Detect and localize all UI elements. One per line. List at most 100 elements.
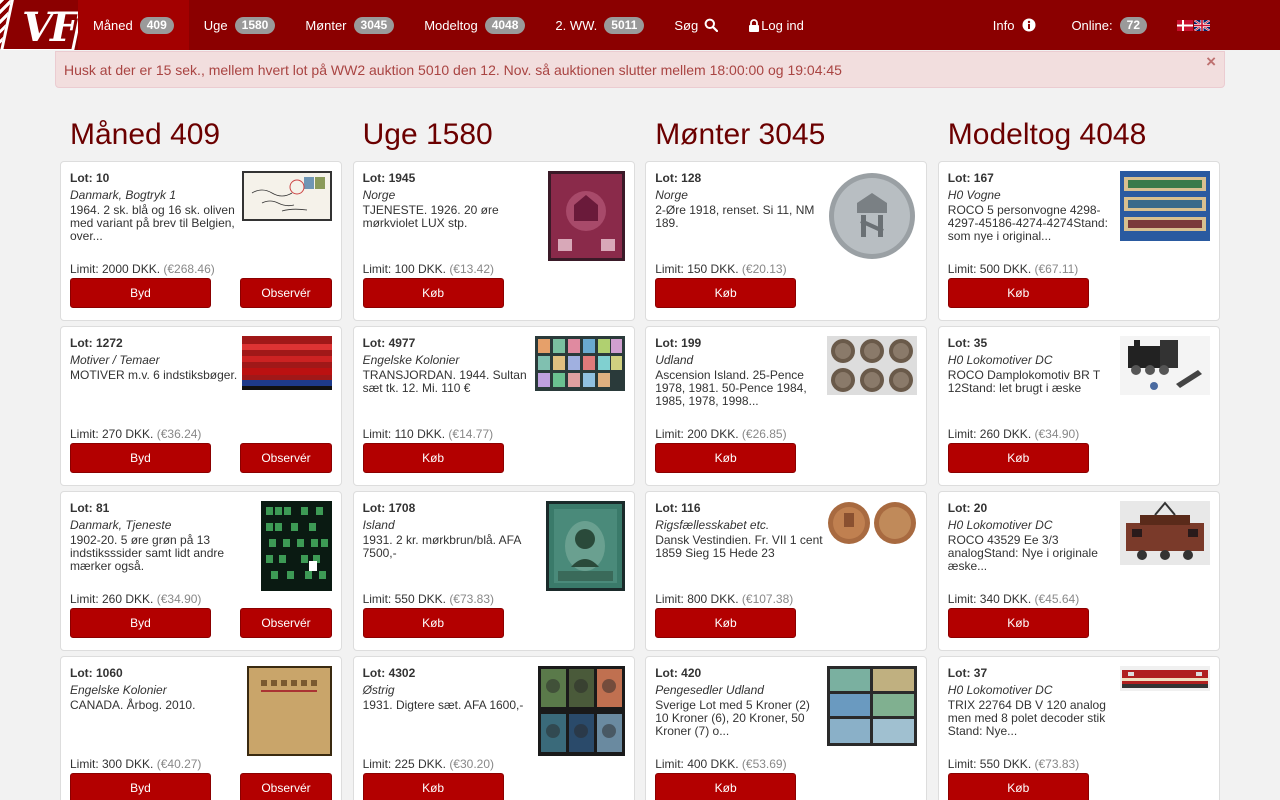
nav-item-search[interactable]: Søg <box>659 0 733 50</box>
buy-button[interactable]: Køb <box>947 773 1089 800</box>
lot-image-stockpage[interactable] <box>261 501 332 591</box>
lot-number[interactable]: Lot: 37 <box>948 666 1116 680</box>
lot-number[interactable]: Lot: 20 <box>948 501 1116 515</box>
search-icon <box>704 18 719 32</box>
nav-item-ww2[interactable]: 2. WW. 5011 <box>540 0 659 50</box>
lot-card: Lot: 128 Norge 2-Øre 1918, renset. Si 11… <box>645 161 928 321</box>
column-title: Måned 409 <box>70 118 221 151</box>
lot-image-coins-dwi[interactable] <box>827 501 918 546</box>
buy-button[interactable]: Køb <box>947 443 1089 473</box>
limit-eur: (€73.83) <box>1034 757 1080 771</box>
lot-number[interactable]: Lot: 4977 <box>363 336 531 350</box>
lot-category: Norge <box>655 188 688 202</box>
lot-category: Engelske Kolonier <box>70 683 167 697</box>
lot-image-stamp-austria[interactable] <box>537 666 625 756</box>
bid-button[interactable]: Byd <box>70 773 211 800</box>
observe-button[interactable]: Observér <box>240 278 332 308</box>
lot-info: Lot: 167 H0 Vogne ROCO 5 personvogne 429… <box>948 171 1116 243</box>
limit-eur: (€268.46) <box>163 262 215 276</box>
nav-item-uge[interactable]: Uge 1580 <box>189 0 291 50</box>
nav-item-moenter[interactable]: Mønter 3045 <box>290 0 409 50</box>
lot-limit: Limit: 300 DKK. (€40.27) <box>70 757 201 771</box>
observe-button[interactable]: Observér <box>240 443 332 473</box>
lot-description: 1964. 2 sk. blå og 16 sk. oliven med var… <box>70 203 235 243</box>
buy-button[interactable]: Køb <box>655 773 797 800</box>
bid-button[interactable]: Byd <box>70 608 211 638</box>
danish-flag-icon[interactable] <box>1177 19 1193 31</box>
observe-button[interactable]: Observér <box>240 608 332 638</box>
limit-dkk: Limit: 100 DKK. <box>362 262 446 276</box>
close-icon[interactable]: × <box>1206 52 1216 72</box>
lot-limit: Limit: 550 DKK. (€73.83) <box>948 757 1079 771</box>
bid-button[interactable]: Byd <box>70 443 211 473</box>
alert-text: Husk at der er 15 sek., mellem hvert lot… <box>64 62 842 78</box>
buy-button[interactable]: Køb <box>947 278 1089 308</box>
lot-number[interactable]: Lot: 420 <box>655 666 823 680</box>
lot-card: Lot: 10 Danmark, Bogtryk 1 1964. 2 sk. b… <box>60 161 342 321</box>
observe-button[interactable]: Observér <box>240 773 332 800</box>
lot-number[interactable]: Lot: 167 <box>948 171 1116 185</box>
buy-button[interactable]: Køb <box>655 443 797 473</box>
lot-number[interactable]: Lot: 1272 <box>70 336 238 350</box>
lot-description: MOTIVER m.v. 6 indstiksbøger. <box>70 368 238 382</box>
lot-card: Lot: 20 H0 Lokomotiver DC ROCO 43529 Ee … <box>937 491 1220 651</box>
limit-eur: (€53.69) <box>741 757 787 771</box>
lot-info: Lot: 1060 Engelske Kolonier CANADA. Årbo… <box>70 666 238 712</box>
lot-info: Lot: 81 Danmark, Tjeneste 1902-20. 5 øre… <box>70 501 238 573</box>
column-title: Mønter 3045 <box>655 118 826 151</box>
limit-eur: (€45.64) <box>1034 592 1080 606</box>
lot-image-letter[interactable] <box>242 171 332 221</box>
lot-number[interactable]: Lot: 1060 <box>70 666 238 680</box>
lot-image-steam-loco[interactable] <box>1119 336 1210 395</box>
column-uge: Uge 1580 Lot: 1945 Norge TJENESTE. 1926.… <box>352 115 635 800</box>
lot-category: H0 Lokomotiver DC <box>947 353 1053 367</box>
lot-image-wagons[interactable] <box>1119 171 1210 241</box>
lot-image-stamp-iceland[interactable] <box>545 501 625 591</box>
lot-image-coins-ascension[interactable] <box>827 336 918 395</box>
lot-image-banknotes[interactable] <box>827 666 918 746</box>
site-logo[interactable]: VF <box>0 0 78 50</box>
buy-button[interactable]: Køb <box>362 443 504 473</box>
bid-button[interactable]: Byd <box>70 278 211 308</box>
buy-button[interactable]: Køb <box>362 278 504 308</box>
language-switcher[interactable] <box>1177 0 1280 50</box>
uk-flag-icon[interactable] <box>1194 19 1210 31</box>
lot-limit: Limit: 270 DKK. (€36.24) <box>70 427 201 441</box>
lot-number[interactable]: Lot: 35 <box>948 336 1116 350</box>
limit-eur: (€20.13) <box>741 262 787 276</box>
buy-button[interactable]: Køb <box>362 608 504 638</box>
buy-button[interactable]: Køb <box>655 608 797 638</box>
lot-card: Lot: 1708 Island 1931. 2 kr. mørkbrun/bl… <box>352 491 635 651</box>
limit-dkk: Limit: 550 DKK. <box>947 757 1032 771</box>
lot-card: Lot: 37 H0 Lokomotiver DC TRIX 22764 DB … <box>937 656 1220 800</box>
lot-image-yearbook[interactable] <box>247 666 332 756</box>
lot-info: Lot: 1945 Norge TJENESTE. 1926. 20 øre m… <box>363 171 531 230</box>
lot-number[interactable]: Lot: 199 <box>655 336 823 350</box>
lot-image-electric-loco[interactable] <box>1119 501 1210 565</box>
lot-category: Rigsfællesskabet etc. <box>655 518 770 532</box>
lot-limit: Limit: 340 DKK. (€45.64) <box>948 592 1079 606</box>
lot-image-albums[interactable] <box>242 336 332 390</box>
lot-image-stamp-set[interactable] <box>534 336 625 391</box>
nav-badge: 1580 <box>234 16 276 34</box>
nav-item-modeltog[interactable]: Modeltog 4048 <box>409 0 540 50</box>
lot-image-stamp-norway[interactable] <box>547 171 625 261</box>
lot-number[interactable]: Lot: 116 <box>655 501 823 515</box>
nav-item-maaned[interactable]: Måned 409 <box>78 0 189 50</box>
lot-number[interactable]: Lot: 128 <box>655 171 823 185</box>
lot-number[interactable]: Lot: 4302 <box>363 666 531 680</box>
lot-image-coin-norway[interactable] <box>827 171 918 261</box>
lot-number[interactable]: Lot: 1945 <box>363 171 531 185</box>
lot-number[interactable]: Lot: 81 <box>70 501 238 515</box>
limit-dkk: Limit: 400 DKK. <box>655 757 739 771</box>
lot-number[interactable]: Lot: 1708 <box>363 501 531 515</box>
buy-button[interactable]: Køb <box>362 773 504 800</box>
buy-button[interactable]: Køb <box>655 278 797 308</box>
lot-number[interactable]: Lot: 10 <box>70 171 238 185</box>
nav-item-login[interactable]: Log ind <box>733 0 819 50</box>
buy-button[interactable]: Køb <box>947 608 1089 638</box>
column-title: Uge 1580 <box>362 118 493 151</box>
lot-image-db-loco[interactable] <box>1119 666 1210 691</box>
limit-eur: (€67.11) <box>1034 262 1079 276</box>
nav-item-info[interactable]: Info <box>978 0 1057 50</box>
